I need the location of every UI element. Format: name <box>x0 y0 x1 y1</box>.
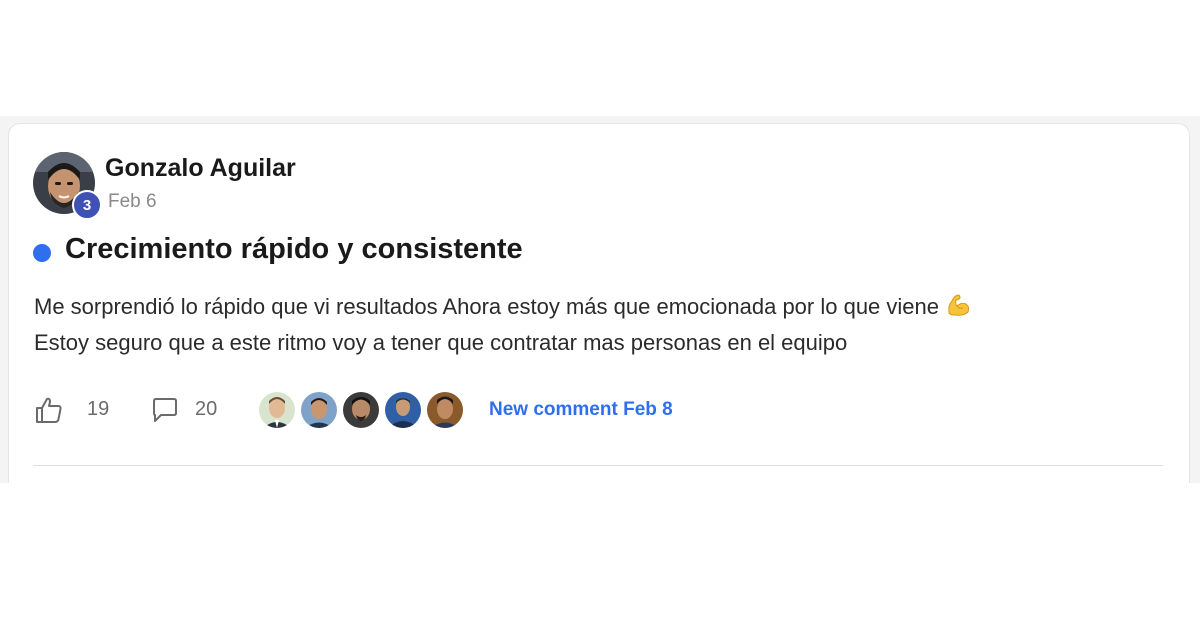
post-body-line-1: Me sorprendió lo rápido que vi resultado… <box>34 293 971 323</box>
comment-button[interactable] <box>150 395 180 425</box>
flexed-biceps-icon <box>945 293 971 323</box>
level-badge: 3 <box>72 190 102 220</box>
card-divider <box>33 465 1163 466</box>
page-bottom-area <box>0 483 1200 618</box>
page: 3 Gonzalo Aguilar Feb 6 Crecimiento rápi… <box>0 0 1200 618</box>
like-count: 19 <box>87 398 110 420</box>
comment-count: 20 <box>195 398 218 420</box>
post-body-text-1: Me sorprendió lo rápido que vi resultado… <box>34 294 939 319</box>
commenter-avatar <box>257 390 297 430</box>
post-title[interactable]: Crecimiento rápido y consistente <box>65 233 523 266</box>
post-body-line-2: Estoy seguro que a este ritmo voy a tene… <box>34 330 848 355</box>
commenter-avatars[interactable] <box>257 390 467 430</box>
author-avatar[interactable]: 3 <box>33 152 102 220</box>
post-date: Feb 6 <box>108 191 157 212</box>
commenter-avatar <box>383 390 423 430</box>
commenter-avatar <box>425 390 465 430</box>
commenter-avatar <box>341 390 381 430</box>
thumbs-up-icon <box>36 397 62 423</box>
new-comment-link[interactable]: New comment Feb 8 <box>489 399 673 421</box>
comment-bubble-icon <box>153 398 177 422</box>
author-name[interactable]: Gonzalo Aguilar <box>105 154 296 183</box>
like-button[interactable] <box>34 395 64 425</box>
unread-dot-icon <box>33 244 51 262</box>
commenter-avatar <box>299 390 339 430</box>
